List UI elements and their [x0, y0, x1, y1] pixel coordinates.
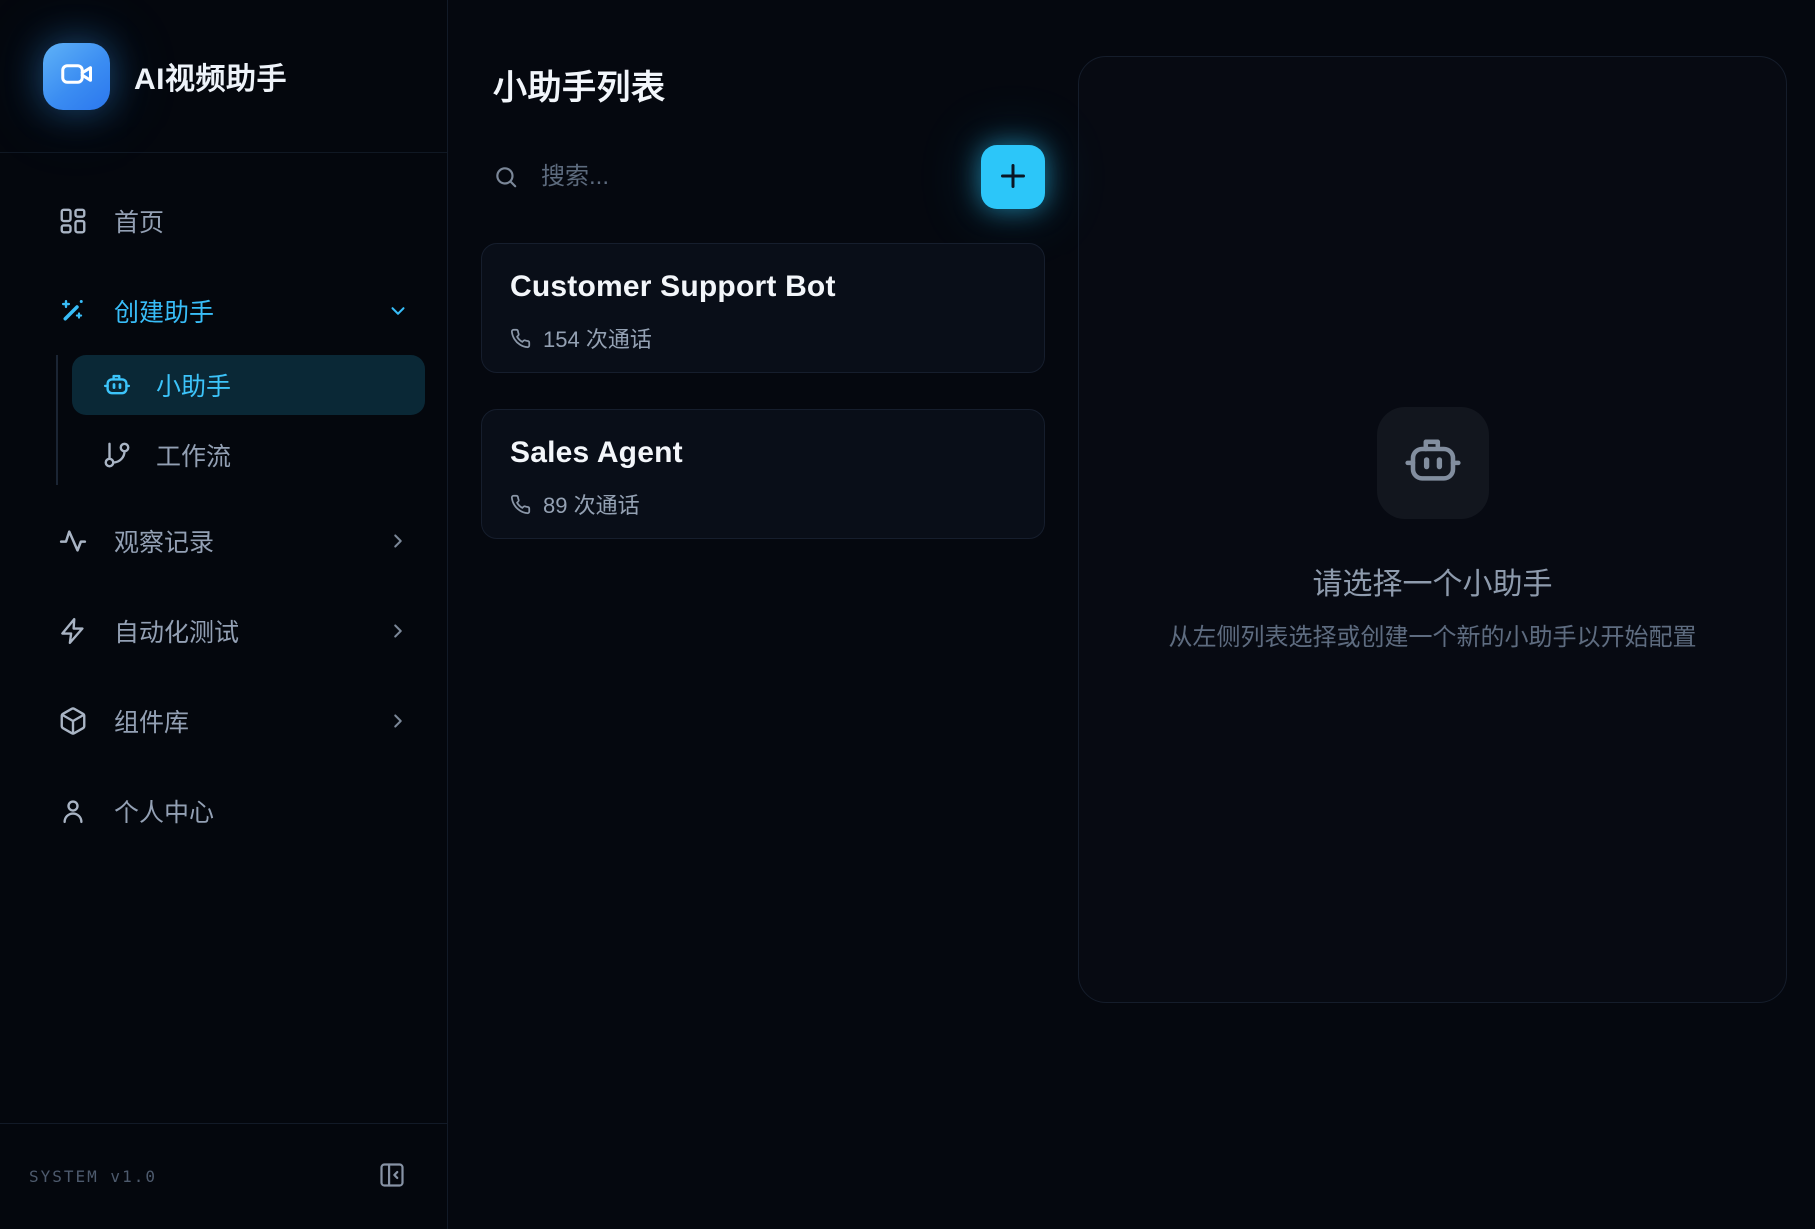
assistant-list-panel: 小助手列表 — [448, 0, 1045, 1229]
bot-icon-box — [1377, 407, 1489, 519]
sidebar-item-label: 自动化测试 — [114, 613, 387, 649]
sidebar-item-label: 观察记录 — [114, 523, 387, 559]
box-icon — [58, 706, 88, 736]
user-icon — [58, 796, 88, 826]
search-input[interactable] — [539, 162, 919, 192]
sidebar-item-label: 个人中心 — [114, 793, 409, 829]
assistant-meta: 89 次通话 — [510, 488, 1016, 520]
phone-icon — [510, 494, 531, 515]
magic-wand-icon — [58, 296, 88, 326]
app-window: AI视频助手 首页 — [0, 0, 1815, 1229]
search-icon — [493, 164, 519, 190]
plus-icon — [995, 158, 1031, 197]
assistant-card[interactable]: Customer Support Bot 154 次通话 — [481, 243, 1045, 373]
assistant-detail-panel: 请选择一个小助手 从左侧列表选择或创建一个新的小助手以开始配置 — [1078, 56, 1787, 1003]
version-label: SYSTEM v1.0 — [29, 1167, 157, 1186]
sidebar-item-label: 组件库 — [114, 703, 387, 739]
assistant-name: Sales Agent — [510, 436, 1016, 470]
assistant-name: Customer Support Bot — [510, 270, 1016, 304]
sidebar-subitem-label: 工作流 — [156, 437, 231, 473]
sidebar: AI视频助手 首页 — [0, 0, 448, 1229]
sidebar-item-automation-testing[interactable]: 自动化测试 — [0, 601, 447, 661]
sidebar-item-observation-logs[interactable]: 观察记录 — [0, 511, 447, 571]
app-title: AI视频助手 — [134, 54, 287, 98]
sidebar-subitem-assistants[interactable]: 小助手 — [72, 355, 425, 415]
sidebar-subitem-workflows[interactable]: 工作流 — [72, 425, 425, 485]
activity-icon — [58, 526, 88, 556]
chevron-down-icon — [387, 300, 409, 322]
create-assistant-submenu: 小助手 工作流 — [56, 355, 447, 485]
assistant-cards: Customer Support Bot 154 次通话 Sales Agent — [481, 243, 1045, 539]
dashboard-icon — [58, 206, 88, 236]
panel-title: 小助手列表 — [493, 60, 1045, 109]
sidebar-item-label: 首页 — [114, 203, 409, 239]
collapse-sidebar-button[interactable] — [375, 1160, 409, 1194]
sidebar-subitem-label: 小助手 — [156, 367, 231, 403]
sidebar-footer: SYSTEM v1.0 — [0, 1123, 447, 1229]
empty-state-subtitle: 从左侧列表选择或创建一个新的小助手以开始配置 — [1169, 617, 1697, 652]
phone-icon — [510, 328, 531, 349]
sidebar-item-label: 创建助手 — [114, 293, 387, 329]
call-count: 89 次通话 — [543, 488, 640, 520]
robot-icon — [102, 370, 132, 400]
git-branch-icon — [102, 440, 132, 470]
sidebar-item-create-assistant[interactable]: 创建助手 — [0, 281, 447, 341]
robot-icon — [1401, 429, 1465, 498]
assistant-meta: 154 次通话 — [510, 322, 1016, 354]
panel-left-close-icon — [378, 1161, 406, 1192]
chevron-right-icon — [387, 710, 409, 732]
add-assistant-button[interactable] — [981, 145, 1045, 209]
empty-state: 请选择一个小助手 从左侧列表选择或创建一个新的小助手以开始配置 — [1169, 407, 1697, 652]
video-camera-icon — [59, 56, 95, 97]
search-row — [481, 145, 1045, 209]
main-content: 小助手列表 — [448, 0, 1815, 1229]
zap-icon — [58, 616, 88, 646]
sidebar-nav: 首页 创建助手 — [0, 191, 447, 1123]
sidebar-item-home[interactable]: 首页 — [0, 191, 447, 251]
search-box — [493, 162, 981, 192]
chevron-right-icon — [387, 530, 409, 552]
sidebar-item-personal-center[interactable]: 个人中心 — [0, 781, 447, 841]
app-logo — [43, 43, 110, 110]
chevron-right-icon — [387, 620, 409, 642]
assistant-card[interactable]: Sales Agent 89 次通话 — [481, 409, 1045, 539]
call-count: 154 次通话 — [543, 322, 652, 354]
empty-state-title: 请选择一个小助手 — [1313, 559, 1553, 603]
logo-row: AI视频助手 — [0, 0, 447, 153]
sidebar-item-component-library[interactable]: 组件库 — [0, 691, 447, 751]
